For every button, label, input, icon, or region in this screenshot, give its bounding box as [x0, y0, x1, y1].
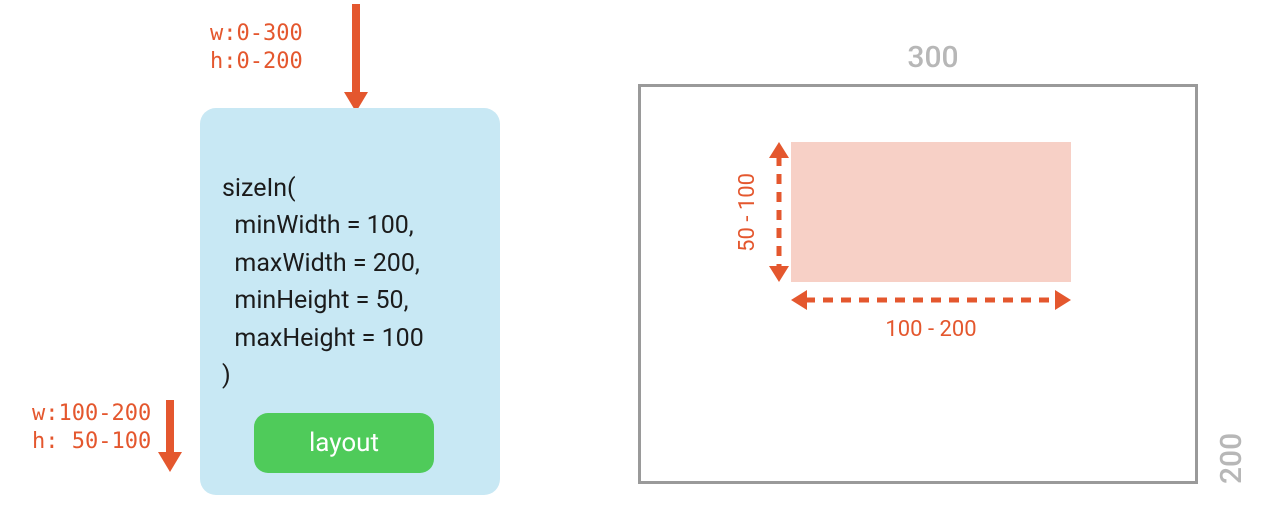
- modifier-code-box: sizeIn( minWidth = 100, maxWidth = 200, …: [200, 108, 500, 495]
- canvas-width-label: 300: [638, 40, 1228, 75]
- arrow-down-in-icon: [342, 4, 370, 112]
- canvas-height-label: 200: [1214, 84, 1249, 484]
- incoming-h: h:0-200: [210, 48, 303, 76]
- code-text: sizeIn( minWidth = 100, maxWidth = 200, …: [222, 132, 478, 395]
- double-arrow-vertical-icon: [766, 142, 792, 282]
- outgoing-w: w:100-200: [32, 401, 151, 426]
- height-range-label: 50 - 100: [735, 173, 760, 252]
- arrow-down-out-icon: [156, 400, 184, 472]
- double-arrow-horizontal-icon: [791, 287, 1071, 313]
- width-range-dimension: 100 - 200: [791, 287, 1071, 342]
- height-range-dimension: 50 - 100: [735, 142, 792, 282]
- layout-button-label: layout: [309, 428, 379, 458]
- outgoing-constraints-label: w:100-200 h: 50-100: [32, 400, 151, 455]
- outgoing-h: h: 50-100: [32, 429, 151, 454]
- incoming-w: w:0-300: [210, 20, 303, 48]
- canvas-rect: 50 - 100 100 - 200: [638, 84, 1198, 484]
- size-range-rect: [791, 142, 1071, 282]
- width-range-label: 100 - 200: [885, 317, 976, 342]
- incoming-constraints-label: w:0-300 h:0-200: [210, 20, 303, 75]
- layout-button: layout: [254, 413, 434, 473]
